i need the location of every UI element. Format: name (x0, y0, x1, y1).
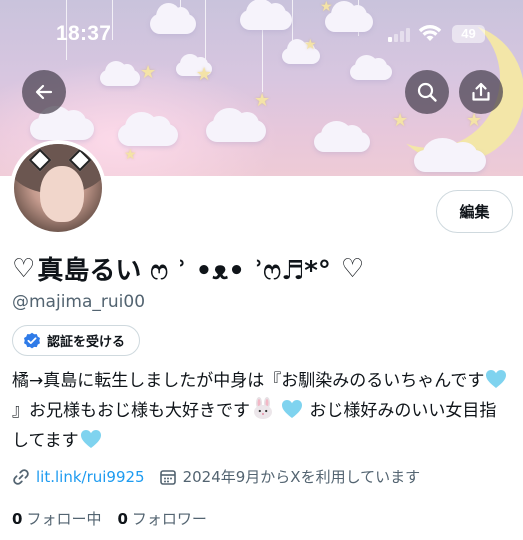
banner-cloud (118, 111, 178, 146)
display-name: ♡ 真島るい ෆ ʾ •ᴥ• ʾෆ♬*° ♡ (12, 250, 364, 287)
follow-stats: 0 フォロー中 0 フォロワー (12, 508, 207, 529)
bio-text-1: 橘→真島に転生しましたが中身は『お馴染みのるいちゃんです (12, 371, 485, 391)
avatar-face (40, 166, 84, 222)
star-icon: ★ (466, 110, 483, 131)
profile-avatar[interactable] (10, 140, 106, 236)
search-button[interactable] (405, 70, 449, 114)
battery-level: 49 (461, 26, 476, 41)
battery-icon: 49 (452, 25, 485, 43)
edit-profile-button[interactable]: 編集 (436, 190, 513, 233)
bio-text-2: 』お兄様もおじ様も大好きです (12, 401, 250, 421)
verified-badge-icon (24, 332, 40, 348)
calendar-icon (159, 469, 176, 485)
banner-cloud (414, 137, 486, 172)
banner-cloud (314, 121, 370, 152)
joined-date: 2024年9月からXを利用しています (182, 468, 421, 486)
user-handle: @majima_rui00 (12, 292, 146, 312)
back-button[interactable] (22, 70, 66, 114)
banner-cloud (350, 55, 392, 80)
following-link[interactable]: 0 フォロー中 (12, 508, 101, 529)
profile-bio: 橘→真島に転生しましたが中身は『お馴染みのるいちゃんです』お兄様もおじ様も大好き… (12, 366, 512, 456)
banner-cloud (100, 61, 140, 86)
rabbit-face-icon (254, 397, 272, 419)
light-blue-heart-icon (486, 370, 507, 388)
get-verified-button[interactable]: 認証を受ける (12, 325, 141, 356)
profile-meta: lit.link/rui9925 2024年9月からXを利用しています (12, 466, 420, 487)
display-name-prefix: ♡ (12, 253, 36, 284)
following-label: フォロー中 (26, 510, 102, 528)
banner-cloud (325, 1, 373, 32)
share-upload-icon (472, 82, 490, 101)
star-icon: ★ (140, 62, 157, 83)
star-icon: ★ (196, 64, 213, 85)
light-blue-heart-icon (80, 430, 101, 448)
star-icon: ★ (124, 147, 137, 163)
banner-cloud (150, 3, 196, 34)
star-icon: ★ (320, 0, 333, 15)
star-icon: ★ (392, 110, 409, 131)
link-icon (13, 468, 29, 485)
display-name-suffix: ♡ (340, 253, 365, 284)
get-verified-label: 認証を受ける (47, 335, 126, 350)
banner-cloud (240, 0, 292, 30)
followers-count: 0 (117, 510, 128, 528)
star-icon: ★ (254, 90, 271, 111)
star-icon: ★ (304, 37, 317, 53)
following-count: 0 (12, 510, 23, 528)
share-button[interactable] (459, 70, 503, 114)
banner-cloud (30, 105, 94, 140)
status-time: 18:37 (56, 22, 112, 45)
followers-link[interactable]: 0 フォロワー (117, 508, 206, 529)
wifi-icon (418, 25, 442, 41)
search-icon (417, 82, 437, 102)
followers-label: フォロワー (131, 510, 207, 528)
arrow-left-icon (35, 84, 53, 100)
profile-link[interactable]: lit.link/rui9925 (36, 468, 145, 486)
banner-cloud (206, 107, 266, 142)
cellular-signal-icon (388, 26, 410, 42)
banner-string (112, 0, 113, 40)
light-blue-heart-icon (282, 400, 302, 418)
display-name-text: 真島るい ෆ ʾ •ᴥ• ʾෆ♬*° (37, 256, 331, 286)
